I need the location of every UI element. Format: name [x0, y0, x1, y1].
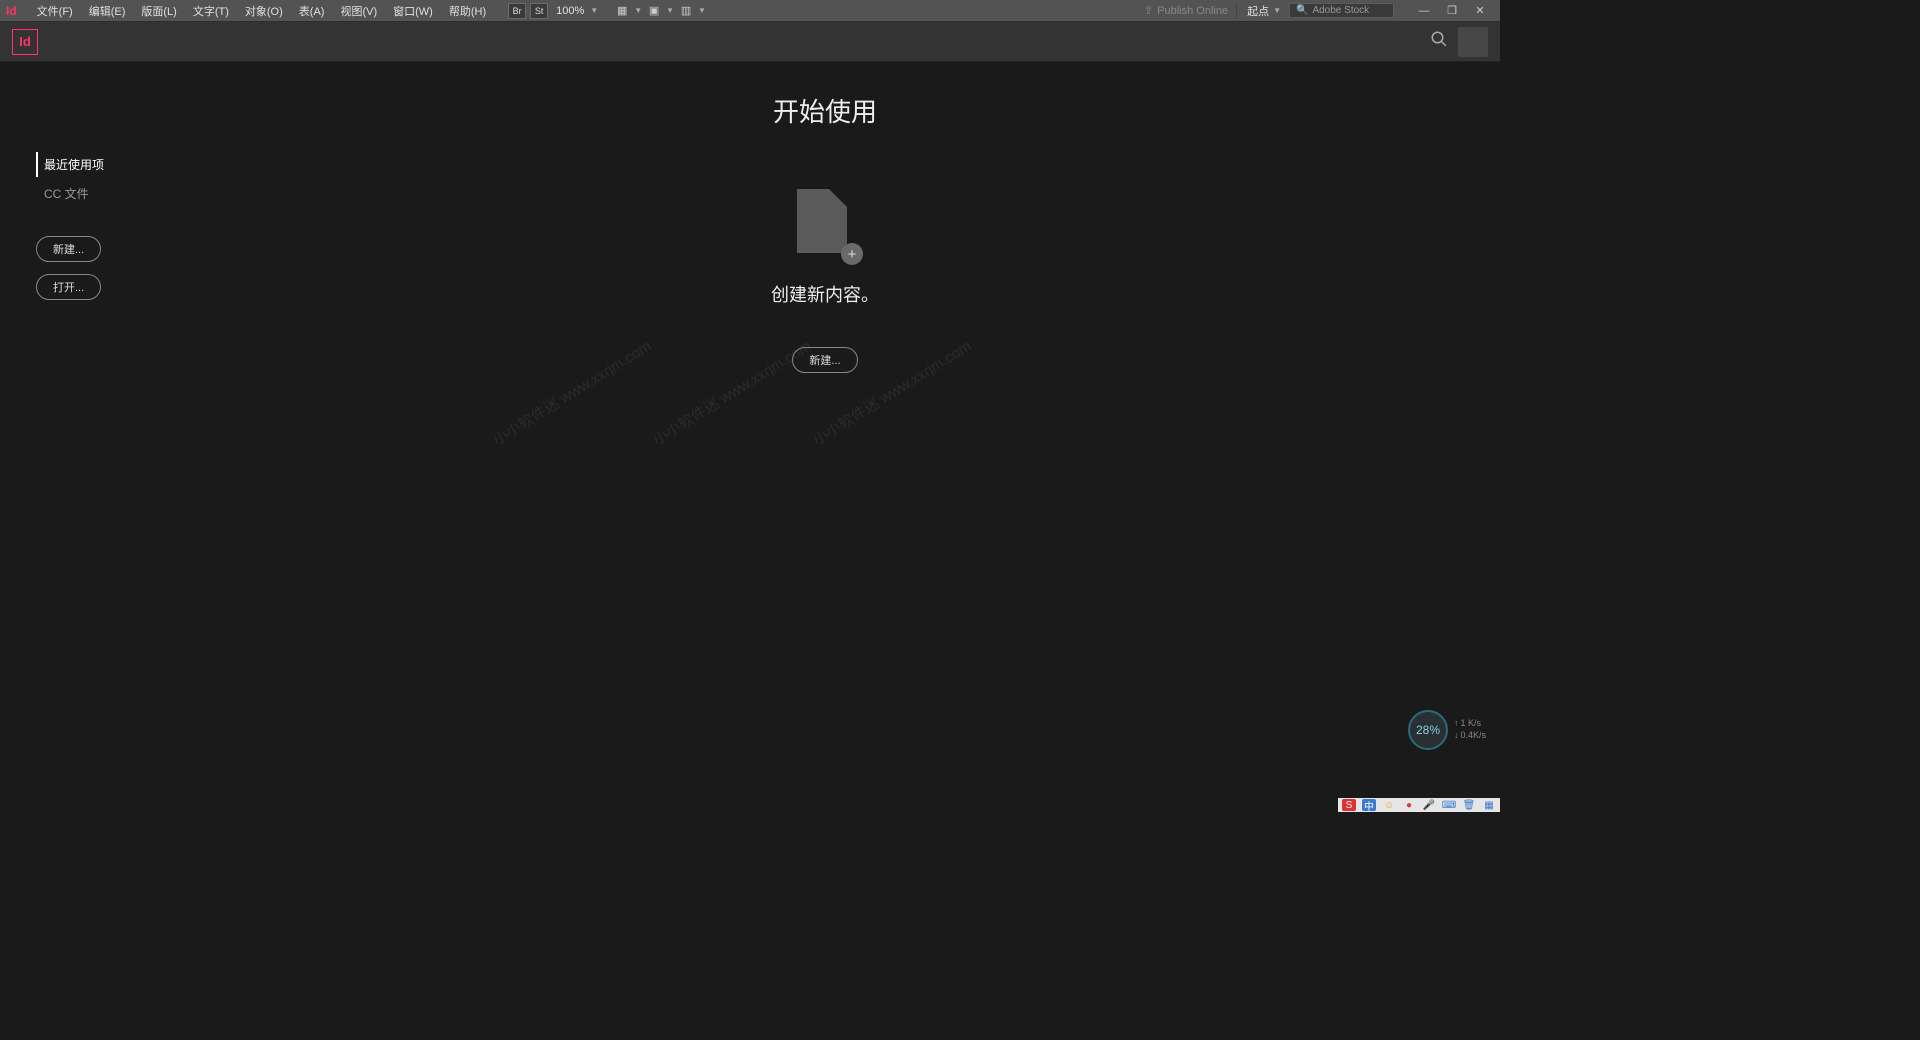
tray-icon[interactable]: ▦ [1482, 799, 1496, 811]
search-icon: 🔍 [1296, 5, 1308, 16]
menu-view[interactable]: 视图(V) [340, 3, 377, 19]
app-short-label: Id [6, 4, 17, 18]
cpu-percent: 28% [1408, 710, 1448, 750]
menu-text[interactable]: 文字(T) [193, 3, 229, 19]
stock-icon[interactable]: St [530, 3, 548, 19]
tray-icon[interactable]: ☺ [1382, 799, 1396, 811]
system-monitor-widget[interactable]: 28% 1 K/s 0.4K/s [1408, 710, 1486, 750]
menu-edit[interactable]: 编辑(E) [89, 3, 126, 19]
new-button[interactable]: 新建... [36, 236, 101, 262]
menu-object[interactable]: 对象(O) [245, 3, 283, 19]
tray-icon[interactable]: ⌨ [1442, 799, 1456, 811]
system-tray: S 中 ☺ ● 🎤 ⌨ 🗑 ▦ [1338, 798, 1500, 812]
menu-window[interactable]: 窗口(W) [393, 3, 433, 19]
search-icon[interactable] [1430, 30, 1448, 53]
chevron-down-icon: ▼ [590, 6, 598, 15]
menu-layout[interactable]: 版面(L) [141, 3, 176, 19]
start-center: 开始使用 + 创建新内容。 新建... [150, 62, 1500, 798]
tray-icon[interactable]: ● [1402, 799, 1416, 811]
adobe-stock-search[interactable]: 🔍 Adobe Stock [1289, 3, 1394, 18]
start-subtitle: 创建新内容。 [771, 281, 879, 307]
sidebar-item-cc-files[interactable]: CC 文件 [36, 181, 140, 206]
ime-language-icon[interactable]: 中 [1362, 799, 1376, 811]
publish-online-button[interactable]: ⇪ Publish Online [1144, 4, 1228, 17]
zoom-value: 100% [556, 5, 584, 17]
view-option-3-icon[interactable]: ▥ [676, 3, 696, 19]
bridge-icon[interactable]: Br [508, 3, 526, 19]
upload-icon: ⇪ [1144, 4, 1153, 17]
zoom-level[interactable]: 100% ▼ [556, 5, 598, 17]
app-header: Id [0, 22, 1500, 62]
new-document-icon: + [797, 189, 853, 259]
plus-icon: + [841, 243, 863, 265]
chevron-down-icon: ▼ [666, 6, 674, 15]
main-area: 最近使用项 CC 文件 新建... 打开... 开始使用 + 创建新内容。 新建… [0, 62, 1500, 798]
close-button[interactable]: ✕ [1466, 2, 1494, 20]
workspace-switcher[interactable]: 起点 ▼ [1236, 3, 1281, 19]
chevron-down-icon: ▼ [634, 6, 642, 15]
menu-file[interactable]: 文件(F) [37, 3, 73, 19]
maximize-button[interactable]: ❐ [1438, 2, 1466, 20]
chevron-down-icon: ▼ [1273, 6, 1281, 15]
center-new-button[interactable]: 新建... [792, 347, 857, 373]
user-avatar[interactable] [1458, 27, 1488, 57]
sidebar-item-recent[interactable]: 最近使用项 [36, 152, 140, 177]
menu-bar: Id 文件(F) 编辑(E) 版面(L) 文字(T) 对象(O) 表(A) 视图… [0, 0, 1500, 22]
minimize-button[interactable]: ― [1410, 2, 1438, 20]
sogou-ime-icon[interactable]: S [1342, 799, 1356, 811]
menu-table[interactable]: 表(A) [299, 3, 325, 19]
chevron-down-icon: ▼ [698, 6, 706, 15]
tray-icon[interactable]: 🎤 [1422, 799, 1436, 811]
view-option-1-icon[interactable]: ▦ [612, 3, 632, 19]
open-button[interactable]: 打开... [36, 274, 101, 300]
tray-icon[interactable]: 🗑 [1462, 799, 1476, 811]
network-speed: 1 K/s 0.4K/s [1454, 718, 1486, 741]
start-title: 开始使用 [773, 92, 877, 129]
view-option-2-icon[interactable]: ▣ [644, 3, 664, 19]
menu-help[interactable]: 帮助(H) [449, 3, 486, 19]
start-sidebar: 最近使用项 CC 文件 新建... 打开... [0, 62, 150, 798]
indesign-logo-icon: Id [12, 29, 38, 55]
